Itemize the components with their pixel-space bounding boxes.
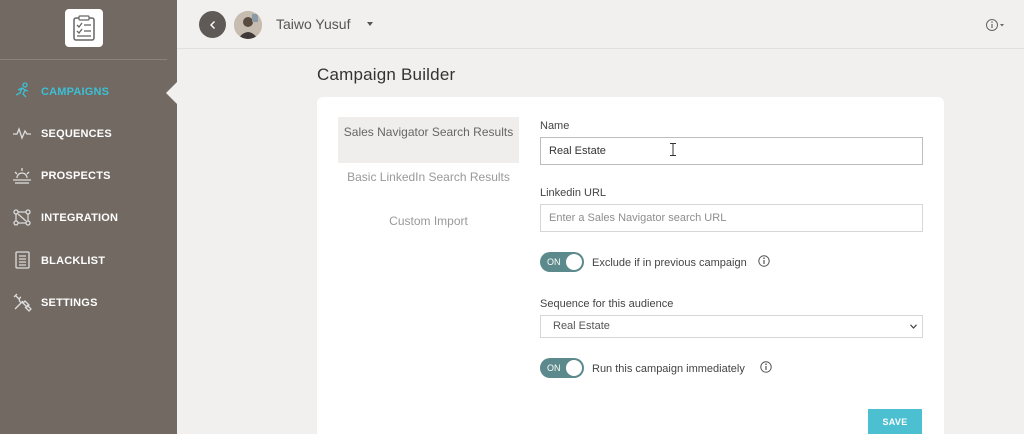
tools-icon bbox=[13, 293, 32, 312]
sidebar-item-blacklist[interactable]: BLACKLIST bbox=[0, 246, 177, 276]
sidebar-item-label: INTEGRATION bbox=[41, 212, 119, 224]
sidebar-item-label: SEQUENCES bbox=[41, 128, 112, 140]
notebook-icon bbox=[15, 251, 30, 269]
integration-icon bbox=[13, 209, 31, 226]
user-name[interactable]: Taiwo Yusuf bbox=[276, 16, 350, 32]
tab-sales-navigator[interactable]: Sales Navigator Search Results bbox=[338, 117, 519, 163]
text-cursor-icon bbox=[670, 143, 676, 156]
exclude-previous-toggle[interactable]: ON bbox=[540, 252, 584, 272]
sidebar-item-prospects[interactable]: PROSPECTS bbox=[0, 161, 177, 191]
toggle-knob bbox=[566, 360, 582, 376]
sidebar-item-settings[interactable]: SETTINGS bbox=[0, 288, 177, 318]
chevron-down-icon bbox=[910, 324, 917, 329]
tab-custom-import[interactable]: Custom Import bbox=[338, 213, 519, 230]
sidebar-item-campaigns[interactable]: CAMPAIGNS bbox=[0, 77, 177, 107]
sunrise-icon bbox=[13, 168, 31, 184]
save-button[interactable]: SAVE bbox=[868, 409, 922, 434]
info-dropdown-icon[interactable] bbox=[985, 18, 1007, 32]
sidebar-item-label: SETTINGS bbox=[41, 297, 98, 309]
tab-basic-linkedin[interactable]: Basic LinkedIn Search Results bbox=[338, 169, 519, 186]
pulse-icon bbox=[13, 127, 31, 140]
top-header: Taiwo Yusuf bbox=[177, 0, 1024, 49]
running-person-icon bbox=[15, 82, 29, 98]
clipboard-logo-icon bbox=[73, 15, 95, 41]
name-label: Name bbox=[540, 120, 570, 132]
info-icon[interactable] bbox=[758, 255, 770, 267]
user-photo-icon bbox=[234, 11, 262, 39]
info-icon[interactable] bbox=[760, 361, 772, 373]
caret-down-icon[interactable] bbox=[367, 22, 373, 26]
sequence-label: Sequence for this audience bbox=[540, 298, 674, 310]
sequence-selected-value: Real Estate bbox=[553, 320, 610, 332]
sidebar-divider bbox=[0, 59, 167, 60]
back-button[interactable] bbox=[199, 11, 226, 38]
toggle-knob bbox=[566, 254, 582, 270]
toggle-state-label: ON bbox=[547, 363, 561, 373]
sidebar-item-integration[interactable]: INTEGRATION bbox=[0, 203, 177, 233]
sidebar-item-sequences[interactable]: SEQUENCES bbox=[0, 119, 177, 149]
sequence-select[interactable]: Real Estate bbox=[540, 315, 923, 338]
avatar[interactable] bbox=[234, 11, 262, 39]
chevron-left-icon bbox=[209, 20, 215, 29]
toggle-state-label: ON bbox=[547, 257, 561, 267]
linkedin-url-label: Linkedin URL bbox=[540, 187, 607, 199]
linkedin-url-input[interactable] bbox=[540, 204, 923, 232]
sidebar-item-label: PROSPECTS bbox=[41, 170, 111, 182]
active-nav-indicator bbox=[166, 82, 177, 104]
sidebar: CAMPAIGNS SEQUENCES PROSPECTS INTEGRATIO… bbox=[0, 0, 177, 434]
page-title: Campaign Builder bbox=[317, 65, 456, 84]
run-immediately-label: Run this campaign immediately bbox=[592, 363, 745, 375]
run-immediately-toggle[interactable]: ON bbox=[540, 358, 584, 378]
sidebar-item-label: BLACKLIST bbox=[41, 255, 106, 267]
app-logo[interactable] bbox=[65, 9, 103, 47]
sidebar-item-label: CAMPAIGNS bbox=[41, 86, 110, 98]
name-input[interactable] bbox=[540, 137, 923, 165]
exclude-previous-label: Exclude if in previous campaign bbox=[592, 257, 747, 269]
